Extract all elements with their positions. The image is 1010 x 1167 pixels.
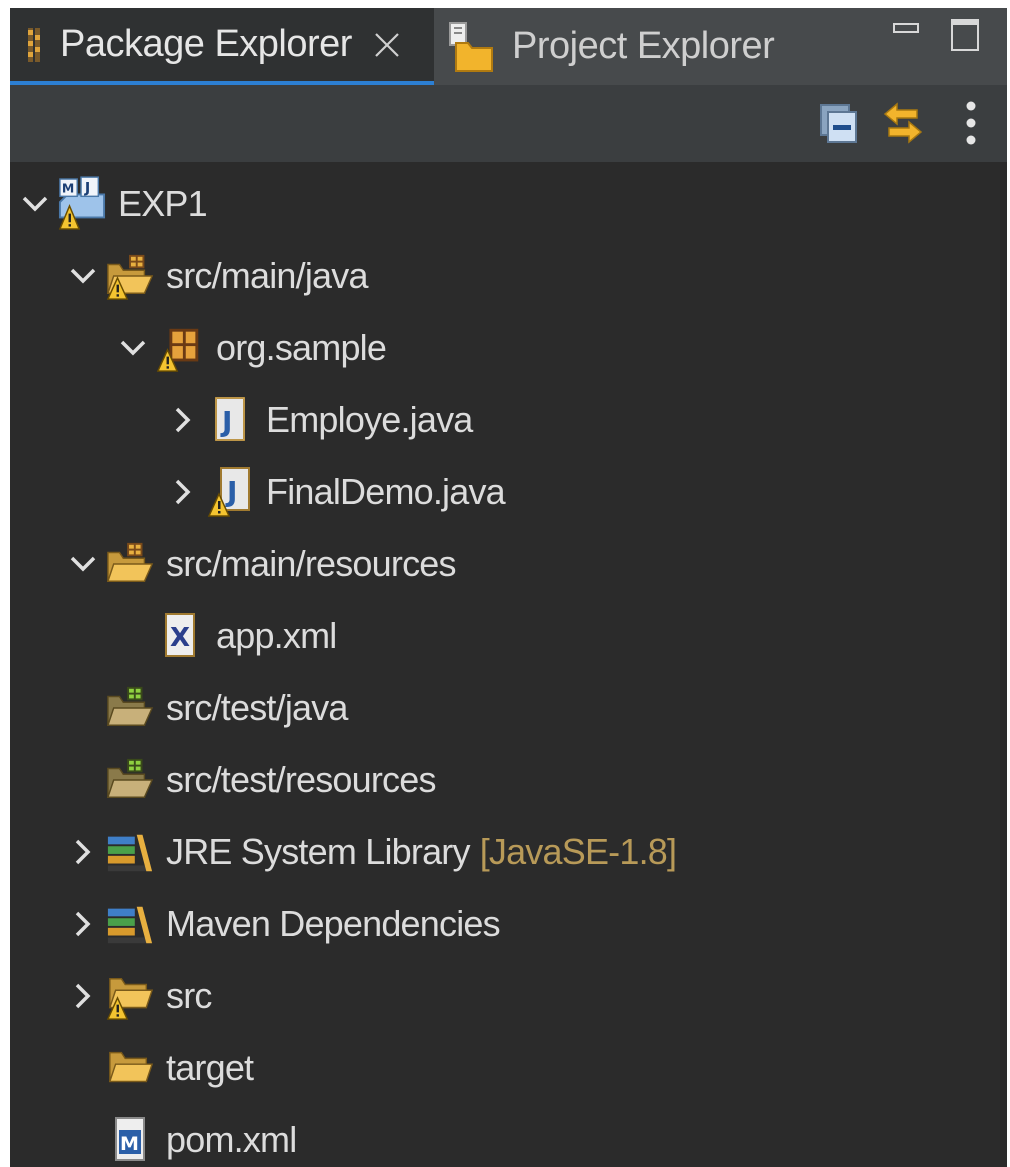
chevron-right-icon[interactable] [168,462,198,522]
maximize-icon[interactable] [950,14,982,59]
package-explorer-icon [26,26,44,64]
tree-item-label: src/main/java [166,255,368,296]
tree-item-exp1[interactable]: M J EXP1 [10,174,1007,234]
maven-java-project-icon: M J [58,176,106,230]
svg-text:M: M [62,180,74,195]
project-explorer-icon [446,21,496,73]
tree-item-src-main-resources[interactable]: src/main/resources [10,534,1007,594]
tree-item-pom-xml[interactable]: M pom.xml [10,1110,1007,1167]
folder-icon [106,1042,154,1094]
minimize-icon[interactable] [892,14,922,49]
tree-item-label: org.sample [216,327,387,368]
tree-item-label: JRE System Library [166,831,470,872]
maven-pom-icon: M [106,1114,154,1166]
tree-item-label: app.xml [216,615,337,656]
source-folder-icon [106,538,154,590]
view-toolbar [10,85,1007,162]
tree-item-src-test-resources[interactable]: src/test/resources [10,750,1007,810]
svg-text:J: J [225,475,237,508]
tab-package-explorer-label: Package Explorer [60,23,352,65]
tree-item-label: Employe.java [266,399,473,440]
tree-item-employe-java[interactable]: J Employe.java [10,390,1007,450]
close-icon[interactable] [374,32,400,58]
svg-text:J: J [84,180,90,196]
tree-item-label: src/test/java [166,687,348,728]
jre-version-decoration: [JavaSE-1.8] [479,831,677,872]
tree-item-label: src [166,975,212,1016]
folder-warning-icon [106,970,154,1022]
library-icon [106,898,154,950]
project-tree: M J EXP1 src/main/java org.sample J Empl… [10,162,1007,1167]
xml-file-icon: X [156,610,204,662]
view-tab-bar: Package Explorer Project Explorer [10,8,1007,85]
chevron-right-icon[interactable] [168,390,198,450]
java-file-icon: J [206,394,254,446]
tree-item-maven-dependencies[interactable]: Maven Dependencies [10,894,1007,954]
tree-item-label: Maven Dependencies [166,903,501,944]
tree-item-src-test-java[interactable]: src/test/java [10,678,1007,738]
link-with-editor-icon[interactable] [880,99,926,147]
chevron-right-icon[interactable] [68,822,98,882]
source-folder-warning-icon [106,250,154,302]
tree-item-label: FinalDemo.java [266,471,506,512]
svg-text:J: J [220,405,232,438]
tab-package-explorer[interactable]: Package Explorer [10,8,434,85]
tab-project-explorer[interactable]: Project Explorer [446,8,775,85]
tree-item-jre-system-library[interactable]: JRE System Library [JavaSE-1.8] [10,822,1007,882]
tree-item-label: src/test/resources [166,759,436,800]
package-explorer-view: Package Explorer Project Explorer M J EX… [10,8,1007,1167]
collapse-all-icon[interactable] [816,99,862,147]
svg-text:X: X [170,623,190,653]
tree-item-label: EXP1 [118,183,208,224]
tree-item-org-sample[interactable]: org.sample [10,318,1007,378]
chevron-down-icon[interactable] [68,534,98,594]
tree-item-label: target [166,1047,254,1088]
package-warning-icon [156,322,204,374]
chevron-down-icon[interactable] [20,174,50,234]
tree-item-src-main-java[interactable]: src/main/java [10,246,1007,306]
java-file-warning-icon: J [206,466,254,518]
tree-item-label: src/main/resources [166,543,456,584]
tree-item-finaldemo-java[interactable]: J FinalDemo.java [10,462,1007,522]
tree-item-target[interactable]: target [10,1038,1007,1098]
empty-source-folder-icon [106,754,154,806]
tree-item-src[interactable]: src [10,966,1007,1026]
library-icon [106,826,154,878]
tree-item-app-xml[interactable]: X app.xml [10,606,1007,666]
chevron-down-icon[interactable] [68,246,98,306]
tab-project-explorer-label: Project Explorer [512,25,775,67]
chevron-down-icon[interactable] [118,318,148,378]
svg-text:M: M [120,1133,138,1155]
chevron-right-icon[interactable] [68,894,98,954]
empty-source-folder-icon [106,682,154,734]
chevron-right-icon[interactable] [68,966,98,1026]
tree-item-label: pom.xml [166,1119,297,1160]
view-menu-icon[interactable] [948,99,994,147]
